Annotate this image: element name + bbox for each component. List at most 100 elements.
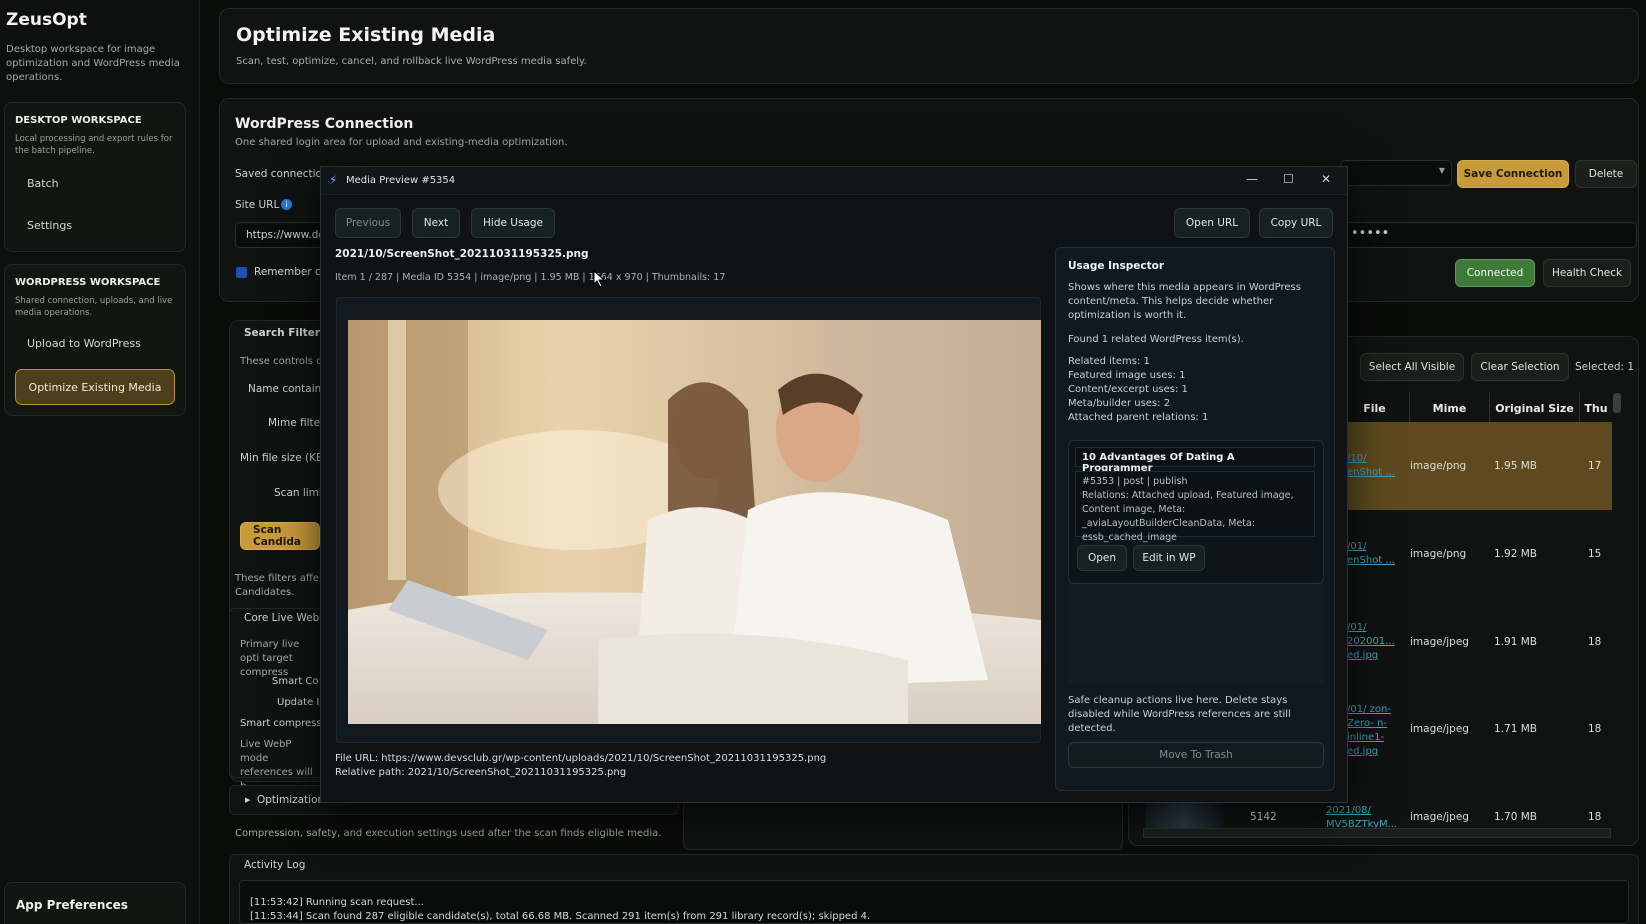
column-header-thumbnails[interactable]: Thu bbox=[1580, 392, 1612, 424]
mime-filter-label: Mime filter bbox=[268, 417, 325, 429]
sidebar-item-upload[interactable]: Upload to WordPress bbox=[27, 337, 141, 350]
activity-log-title: Activity Log bbox=[244, 859, 306, 871]
media-meta: Item 1 / 287 | Media ID 5354 | image/png… bbox=[335, 272, 726, 283]
site-url-input[interactable]: https://www.de bbox=[235, 222, 325, 248]
row-file-link[interactable]: /01/ zon-Zero- n-inline1- ed.jpg bbox=[1347, 703, 1403, 759]
usage-stat: Featured image uses: 1 bbox=[1068, 370, 1186, 381]
sidebar-item-settings[interactable]: Settings bbox=[27, 219, 72, 232]
sidebar: ZeusOpt Desktop workspace for image opti… bbox=[0, 0, 200, 924]
move-to-trash-button[interactable]: Move To Trash bbox=[1068, 742, 1324, 768]
row-size: 1.71 MB bbox=[1494, 723, 1537, 735]
connected-status-button[interactable]: Connected bbox=[1455, 259, 1535, 287]
usage-inspector-panel: Usage Inspector Shows where this media a… bbox=[1055, 247, 1335, 791]
row-file-link[interactable]: 2021/08/ MV5BZTkyM... bbox=[1326, 804, 1398, 828]
select-all-visible-button[interactable]: Select All Visible bbox=[1360, 353, 1464, 381]
preview-frame bbox=[336, 297, 1041, 743]
saved-connection-select[interactable]: ▼ bbox=[1340, 160, 1452, 186]
remember-label: Remember cr bbox=[254, 266, 326, 278]
optimization-rules-desc: Compression, safety, and execution setti… bbox=[235, 828, 662, 839]
row-thumbs: 17 bbox=[1588, 460, 1602, 472]
info-icon[interactable]: i bbox=[281, 199, 292, 210]
usage-stat: Attached parent relations: 1 bbox=[1068, 412, 1209, 423]
selected-count: Selected: 1 bbox=[1575, 361, 1635, 373]
media-preview-image bbox=[348, 320, 1041, 724]
open-item-button[interactable]: Open bbox=[1077, 545, 1127, 571]
row-size: 1.70 MB bbox=[1494, 811, 1537, 823]
row-mime: image/jpeg bbox=[1410, 636, 1469, 648]
page-subtitle: Scan, test, optimize, cancel, and rollba… bbox=[236, 56, 587, 67]
row-file-link[interactable]: /10/ enShot ... bbox=[1347, 452, 1402, 480]
media-preview-dialog: ⚡ Media Preview #5354 — ☐ ✕ Previous Nex… bbox=[320, 166, 1348, 803]
column-header-mime[interactable]: Mime bbox=[1410, 392, 1490, 424]
usage-stat: Content/excerpt uses: 1 bbox=[1068, 384, 1188, 395]
hide-usage-button[interactable]: Hide Usage bbox=[471, 208, 555, 238]
horizontal-scrollbar[interactable] bbox=[1143, 828, 1611, 838]
desktop-workspace-heading: DESKTOP WORKSPACE bbox=[15, 115, 142, 126]
smart-co-label: Smart Co bbox=[272, 676, 319, 687]
open-url-button[interactable]: Open URL bbox=[1174, 208, 1250, 238]
site-url-label: Site URL bbox=[235, 199, 280, 211]
column-header-original-size[interactable]: Original Size bbox=[1490, 392, 1580, 424]
core-live-webp-desc: Primary live opti target compress bbox=[240, 639, 300, 678]
desktop-workspace-desc: Local processing and export rules for th… bbox=[15, 134, 173, 156]
log-line: [11:53:42] Running scan request... bbox=[250, 897, 424, 908]
row-file-link[interactable]: /01/ 202001... ed.jpg bbox=[1347, 621, 1402, 663]
password-input[interactable]: ••••• bbox=[1340, 222, 1637, 248]
close-icon[interactable]: ✕ bbox=[1321, 172, 1331, 186]
clear-selection-button[interactable]: Clear Selection bbox=[1471, 353, 1569, 381]
name-contains-label: Name contains bbox=[248, 383, 327, 395]
usage-stat: Related items: 1 bbox=[1068, 356, 1150, 367]
dialog-title: Media Preview #5354 bbox=[346, 175, 456, 186]
usage-inspector-title: Usage Inspector bbox=[1068, 260, 1165, 272]
mouse-cursor-icon bbox=[593, 270, 606, 288]
usage-inspector-desc: Shows where this media appears in WordPr… bbox=[1068, 282, 1301, 321]
scan-limit-label: Scan limit bbox=[274, 487, 326, 499]
row-mime: image/jpeg bbox=[1410, 811, 1469, 823]
row-thumbs: 15 bbox=[1588, 548, 1602, 560]
connection-subtitle: One shared login area for upload and exi… bbox=[235, 137, 568, 148]
smart-compress-label: Smart compress bbox=[240, 718, 322, 729]
update-label: Update I bbox=[277, 697, 320, 708]
file-url-text: File URL: https://www.devsclub.gr/wp-con… bbox=[335, 753, 827, 764]
previous-button[interactable]: Previous bbox=[335, 208, 401, 238]
media-filename: 2021/10/ScreenShot_20211031195325.png bbox=[335, 248, 589, 260]
table-scrollbar[interactable] bbox=[1613, 393, 1621, 413]
row-size: 1.95 MB bbox=[1494, 460, 1537, 472]
cleanup-note: Safe cleanup actions live here. Delete s… bbox=[1068, 695, 1291, 734]
related-item-card: 10 Advantages Of Dating A Programmer #53… bbox=[1068, 440, 1324, 584]
row-size: 1.91 MB bbox=[1494, 636, 1537, 648]
next-button[interactable]: Next bbox=[412, 208, 460, 238]
app-brand: ZeusOpt bbox=[6, 10, 87, 30]
row-id: 5142 bbox=[1250, 811, 1277, 823]
wordpress-workspace-card: WORDPRESS WORKSPACE Shared connection, u… bbox=[4, 264, 186, 416]
min-file-size-label: Min file size (KB) bbox=[240, 452, 328, 464]
app-preferences-heading: App Preferences bbox=[16, 898, 128, 912]
connection-title: WordPress Connection bbox=[235, 116, 414, 132]
results-summary-panel bbox=[683, 795, 1123, 850]
wordpress-workspace-desc: Shared connection, uploads, and live med… bbox=[15, 296, 173, 318]
sidebar-item-optimize-existing[interactable]: Optimize Existing Media bbox=[15, 369, 175, 405]
copy-url-button[interactable]: Copy URL bbox=[1259, 208, 1333, 238]
remember-checkbox[interactable] bbox=[236, 267, 247, 278]
column-header-file[interactable]: File bbox=[1340, 392, 1410, 424]
relative-path-text: Relative path: 2021/10/ScreenShot_202110… bbox=[335, 767, 627, 778]
delete-connection-button[interactable]: Delete bbox=[1575, 160, 1637, 188]
desktop-workspace-card: DESKTOP WORKSPACE Local processing and e… bbox=[4, 102, 186, 252]
chevron-right-icon: ▶ bbox=[245, 796, 251, 804]
minimize-icon[interactable]: — bbox=[1246, 172, 1258, 186]
health-check-button[interactable]: Health Check bbox=[1543, 259, 1631, 287]
maximize-icon[interactable]: ☐ bbox=[1283, 172, 1294, 186]
app-description: Desktop workspace for image optimization… bbox=[6, 44, 180, 83]
app-preferences-card[interactable]: App Preferences bbox=[4, 882, 186, 924]
usage-stat: Meta/builder uses: 2 bbox=[1068, 398, 1171, 409]
scan-candidates-button[interactable]: Scan Candida bbox=[240, 522, 320, 550]
usage-found: Found 1 related WordPress item(s). bbox=[1068, 334, 1244, 345]
row-file-link[interactable]: /01/ enShot ... bbox=[1347, 540, 1402, 568]
row-thumbs: 18 bbox=[1588, 723, 1602, 735]
edit-in-wp-button[interactable]: Edit in WP bbox=[1133, 545, 1205, 571]
save-connection-button[interactable]: Save Connection bbox=[1457, 160, 1569, 188]
log-line: [11:53:44] Scan found 287 eligible candi… bbox=[250, 911, 871, 922]
header-panel bbox=[219, 8, 1639, 84]
sidebar-item-batch[interactable]: Batch bbox=[27, 177, 59, 190]
search-filters-title: Search Filters bbox=[244, 327, 327, 339]
